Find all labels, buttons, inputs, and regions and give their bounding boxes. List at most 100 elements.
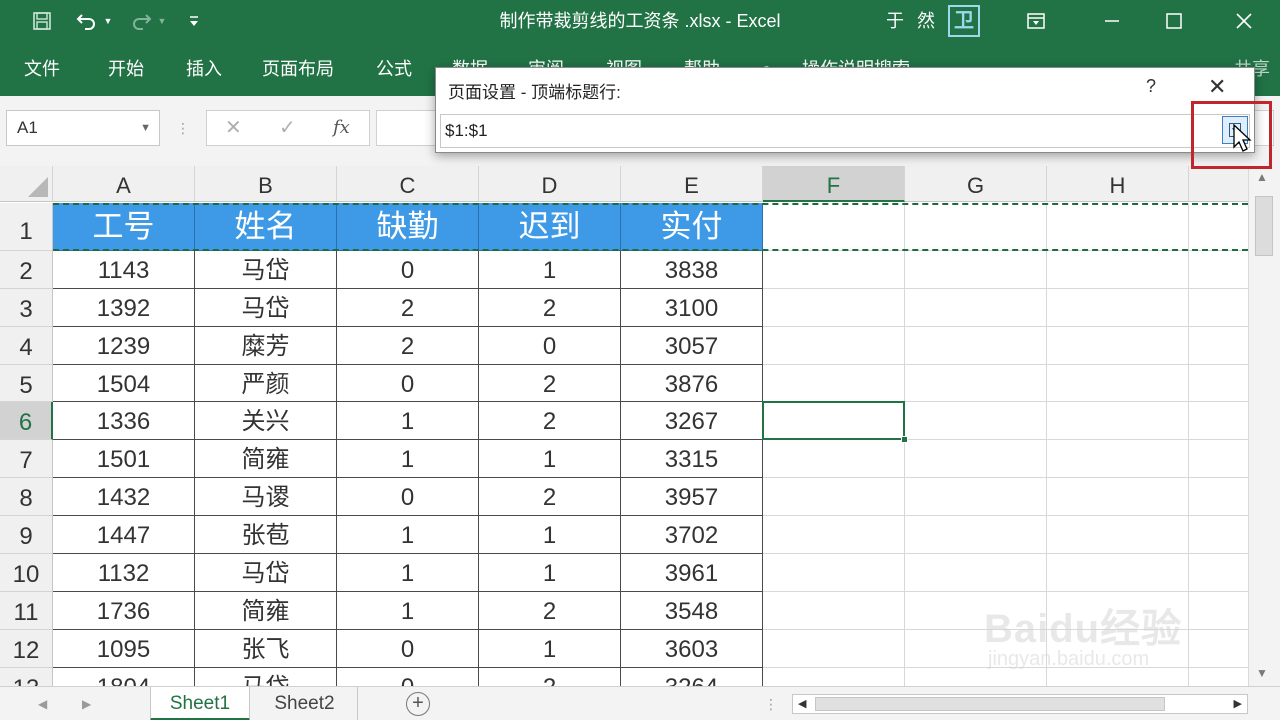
cell-a4[interactable]: 1239 [53,327,195,365]
empty-cell-g13[interactable] [905,668,1047,686]
empty-cell-i9[interactable] [1189,516,1248,554]
print-titles-rows-input[interactable]: $1:$1 [440,114,1250,148]
empty-cell-g6[interactable] [905,402,1047,440]
cell-c13[interactable]: 0 [337,668,479,686]
empty-cell-f8[interactable] [763,478,905,516]
empty-cell-h1[interactable] [1047,203,1189,251]
cell-c5[interactable]: 0 [337,365,479,402]
help-button[interactable]: ? [1146,76,1156,97]
row-header-6[interactable]: 6 [0,402,53,440]
cell-e8[interactable]: 3957 [621,478,763,516]
scroll-left-icon[interactable]: ◀ [798,695,806,713]
column-header-a[interactable]: A [53,166,195,202]
cell-e13[interactable]: 3264 [621,668,763,686]
cell-e4[interactable]: 3057 [621,327,763,365]
redo-dropdown-icon[interactable]: ▼ [156,0,168,42]
scroll-down-icon[interactable]: ▼ [1256,666,1268,680]
horizontal-scroll-thumb[interactable] [815,697,1165,711]
cell-e9[interactable]: 3702 [621,516,763,554]
empty-cell-i6[interactable] [1189,402,1248,440]
column-header-h[interactable]: H [1047,166,1189,202]
dialog-close-icon[interactable]: ✕ [1208,74,1226,100]
cell-e10[interactable]: 3961 [621,554,763,592]
row-header-8[interactable]: 8 [0,478,53,516]
sheet-prev-icon[interactable]: ◀ [38,687,47,720]
cell-b9[interactable]: 张苞 [195,516,337,554]
column-header-b[interactable]: B [195,166,337,202]
empty-cell-h8[interactable] [1047,478,1189,516]
empty-cell-h11[interactable] [1047,592,1189,630]
tab-insert[interactable]: 插入 [186,42,222,96]
cell-a12[interactable]: 1095 [53,630,195,668]
empty-cell-h2[interactable] [1047,251,1189,289]
empty-cell-h3[interactable] [1047,289,1189,327]
vertical-scroll-thumb[interactable] [1255,196,1273,256]
empty-cell-h4[interactable] [1047,327,1189,365]
empty-cell-f4[interactable] [763,327,905,365]
sheet-next-icon[interactable]: ▶ [82,687,91,720]
select-all-corner[interactable] [0,166,53,202]
empty-cell-g5[interactable] [905,365,1047,402]
scroll-up-icon[interactable]: ▲ [1256,170,1268,184]
fill-handle[interactable] [901,436,908,443]
empty-cell-f7[interactable] [763,440,905,478]
empty-cell-i10[interactable] [1189,554,1248,592]
empty-cell-h13[interactable] [1047,668,1189,686]
empty-cell-i13[interactable] [1189,668,1248,686]
cell-e2[interactable]: 3838 [621,251,763,289]
empty-cell-i12[interactable] [1189,630,1248,668]
cell-d5[interactable]: 2 [479,365,621,402]
empty-cell-f12[interactable] [763,630,905,668]
empty-cell-h6[interactable] [1047,402,1189,440]
cell-e3[interactable]: 3100 [621,289,763,327]
empty-cell-f3[interactable] [763,289,905,327]
sheet-tab-sheet1[interactable]: Sheet1 [150,687,250,720]
undo-dropdown-icon[interactable]: ▼ [102,0,114,42]
cell-b2[interactable]: 马岱 [195,251,337,289]
empty-cell-f5[interactable] [763,365,905,402]
cell-b11[interactable]: 简雍 [195,592,337,630]
vertical-scrollbar[interactable]: ▲ ▼ [1248,166,1280,686]
empty-cell-h12[interactable] [1047,630,1189,668]
cell-b6[interactable]: 关兴 [195,402,337,440]
empty-cell-g4[interactable] [905,327,1047,365]
empty-cell-f11[interactable] [763,592,905,630]
cell-c7[interactable]: 1 [337,440,479,478]
cell-e5[interactable]: 3876 [621,365,763,402]
cell-c11[interactable]: 1 [337,592,479,630]
cell-d6[interactable]: 2 [479,402,621,440]
confirm-entry-icon[interactable]: ✓ [279,111,296,145]
cancel-entry-icon[interactable]: ✕ [225,111,242,145]
cell-b3[interactable]: 马岱 [195,289,337,327]
empty-cell-f1[interactable] [763,203,905,251]
cell-c6[interactable]: 1 [337,402,479,440]
cell-d4[interactable]: 0 [479,327,621,365]
cell-c3[interactable]: 2 [337,289,479,327]
cell-d2[interactable]: 1 [479,251,621,289]
cell-c1[interactable]: 缺勤 [337,203,479,251]
row-header-7[interactable]: 7 [0,440,53,478]
tab-file[interactable]: 文件 [24,42,60,96]
cell-c9[interactable]: 1 [337,516,479,554]
save-icon[interactable] [28,0,56,42]
cell-d7[interactable]: 1 [479,440,621,478]
avatar[interactable]: 卫 [948,5,980,37]
empty-cell-i2[interactable] [1189,251,1248,289]
empty-cell-h5[interactable] [1047,365,1189,402]
cell-b1[interactable]: 姓名 [195,203,337,251]
cell-a8[interactable]: 1432 [53,478,195,516]
cell-e11[interactable]: 3548 [621,592,763,630]
tab-formulas[interactable]: 公式 [376,42,412,96]
empty-cell-f13[interactable] [763,668,905,686]
cell-a5[interactable]: 1504 [53,365,195,402]
scroll-right-icon[interactable]: ▶ [1234,695,1242,713]
cell-d8[interactable]: 2 [479,478,621,516]
cell-c12[interactable]: 0 [337,630,479,668]
empty-cell-i8[interactable] [1189,478,1248,516]
user-name[interactable]: 于 然 [886,0,939,42]
column-header-f[interactable]: F [763,166,905,202]
empty-cell-g1[interactable] [905,203,1047,251]
spreadsheet-grid[interactable]: A B C D E F G H 1 工号 姓名 缺勤 迟到 实付 2 1143 马岱 0 1 3838 3 1392 马岱 2… [0,166,1248,686]
empty-cell-g7[interactable] [905,440,1047,478]
empty-cell-g2[interactable] [905,251,1047,289]
